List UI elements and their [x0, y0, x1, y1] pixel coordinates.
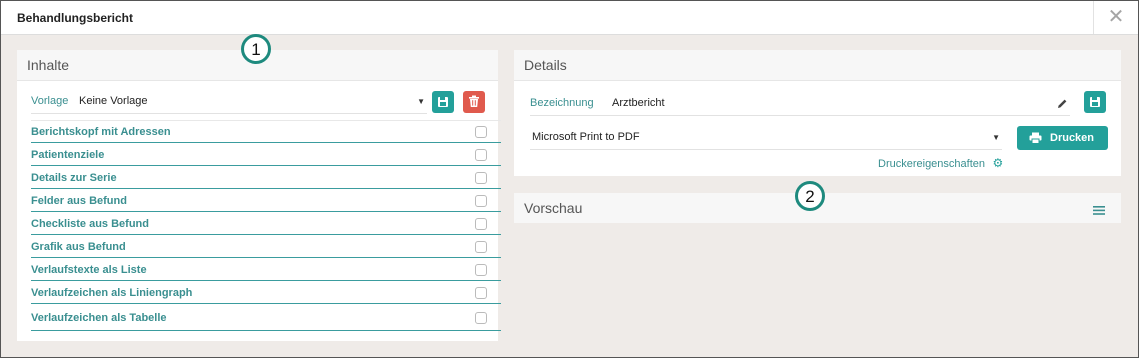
details-header: Details — [514, 50, 1121, 81]
printer-select-value: Microsoft Print to PDF — [532, 131, 640, 143]
list-item-label: Verlaufzeichen als Liniengraph — [31, 287, 193, 299]
list-item-label: Grafik aus Befund — [31, 241, 126, 253]
dialog-window: Behandlungsbericht ✕ Inhalte Vorlage Kei… — [0, 0, 1139, 358]
list-item[interactable]: Felder aus Befund — [31, 190, 501, 212]
list-item-label: Felder aus Befund — [31, 195, 127, 207]
callout-marker-1: 1 — [241, 34, 271, 64]
list-item[interactable]: Patientenziele — [31, 144, 501, 166]
pencil-icon[interactable] — [1057, 98, 1068, 109]
list-item-label: Details zur Serie — [31, 172, 117, 184]
bezeichnung-label: Bezeichnung — [530, 97, 594, 109]
gear-icon: ⚙ — [992, 156, 1004, 170]
list-item[interactable]: Berichtskopf mit Adressen — [31, 121, 501, 143]
list-item[interactable]: Checkliste aus Befund — [31, 213, 501, 235]
printer-icon — [1029, 132, 1042, 144]
vorlage-select-value: Keine Vorlage — [79, 95, 148, 107]
checkbox[interactable] — [475, 241, 487, 253]
chevron-down-icon: ▼ — [992, 133, 1000, 142]
vorlage-select[interactable]: Keine Vorlage ▼ — [77, 90, 427, 112]
checkbox[interactable] — [475, 172, 487, 184]
bezeichnung-field[interactable]: Arztbericht — [610, 92, 1070, 114]
checkbox[interactable] — [475, 312, 487, 324]
list-item[interactable]: Verlaufzeichen als Tabelle — [31, 307, 501, 331]
floppy-disk-icon — [1090, 97, 1100, 107]
list-item-label: Berichtskopf mit Adressen — [31, 126, 171, 138]
bezeichnung-value: Arztbericht — [612, 97, 665, 109]
checkbox[interactable] — [475, 149, 487, 161]
callout-marker-2: 2 — [795, 181, 825, 211]
vorlage-label: Vorlage — [31, 95, 69, 107]
printer-properties-label: Druckereigenschaften — [878, 158, 986, 170]
menu-icon[interactable] — [1093, 206, 1105, 215]
save-template-button[interactable] — [432, 91, 454, 113]
trash-icon — [469, 95, 479, 107]
list-item-label: Patientenziele — [31, 149, 105, 161]
list-item-label: Verlaufstexte als Liste — [31, 264, 147, 276]
dialog-title: Behandlungsbericht — [17, 11, 134, 25]
print-button-label: Drucken — [1050, 132, 1095, 144]
list-item[interactable]: Verlaufzeichen als Liniengraph — [31, 282, 501, 304]
list-item[interactable]: Details zur Serie — [31, 167, 501, 189]
printer-select-underline — [530, 149, 1002, 150]
checkbox[interactable] — [475, 195, 487, 207]
floppy-disk-icon — [438, 97, 448, 107]
list-item-label: Checkliste aus Befund — [31, 218, 149, 230]
printer-select[interactable]: Microsoft Print to PDF ▼ — [530, 126, 1000, 148]
details-title: Details — [524, 57, 567, 73]
bezeichnung-underline — [530, 115, 1070, 116]
delete-template-button[interactable] — [463, 91, 485, 113]
inhalte-title: Inhalte — [27, 57, 70, 73]
checkbox[interactable] — [475, 218, 487, 230]
list-item-label: Verlaufzeichen als Tabelle — [31, 312, 167, 324]
chevron-down-icon: ▼ — [417, 97, 425, 106]
list-item[interactable]: Verlaufstexte als Liste — [31, 259, 501, 281]
vorlage-select-underline — [31, 113, 427, 114]
title-bar: Behandlungsbericht ✕ — [1, 1, 1138, 35]
checkbox[interactable] — [475, 126, 487, 138]
print-button[interactable]: Drucken — [1017, 126, 1108, 150]
checkbox[interactable] — [475, 287, 487, 299]
checkbox[interactable] — [475, 264, 487, 276]
save-details-button[interactable] — [1084, 91, 1106, 113]
close-icon[interactable]: ✕ — [1093, 1, 1138, 34]
printer-properties-link[interactable]: Druckereigenschaften ⚙ — [878, 154, 1003, 170]
vorschau-title: Vorschau — [524, 200, 583, 216]
inhalte-panel: Inhalte Vorlage Keine Vorlage ▼ Berichts… — [17, 50, 501, 341]
details-panel: Details Bezeichnung Arztbericht Microsof… — [514, 50, 1121, 176]
list-item[interactable]: Grafik aus Befund — [31, 236, 501, 258]
